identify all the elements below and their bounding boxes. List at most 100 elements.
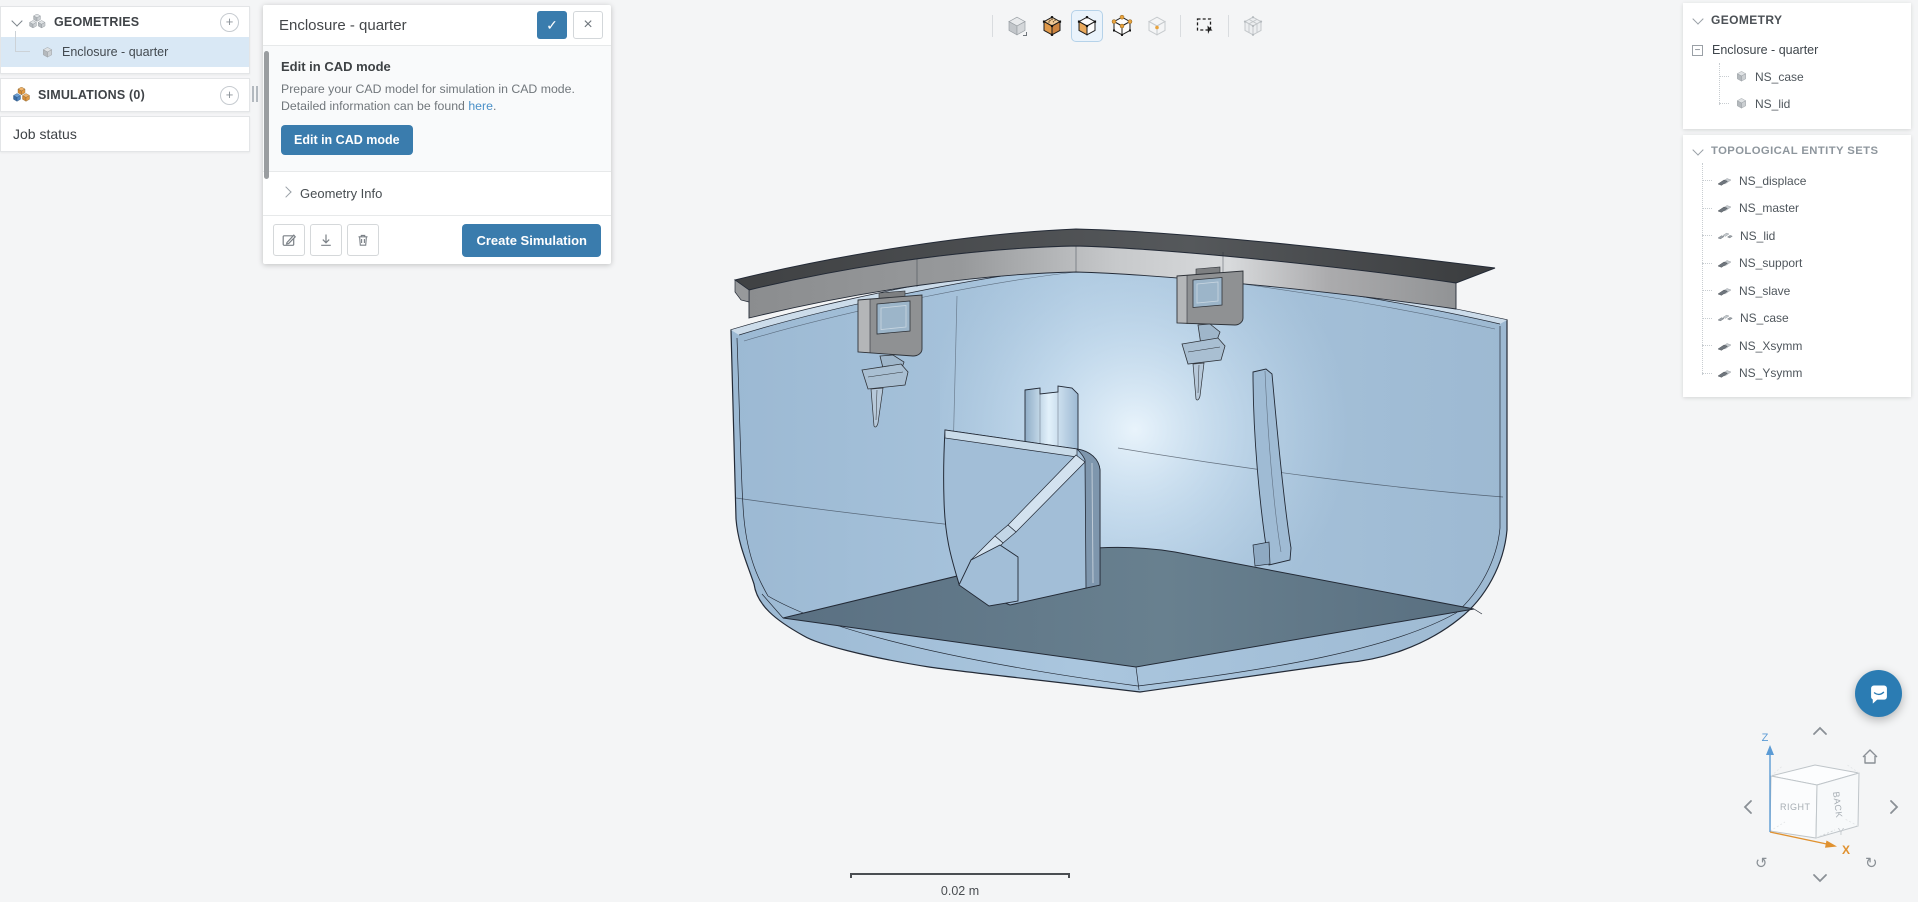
sidebar-item-geometries[interactable]: GEOMETRIES + <box>1 7 249 37</box>
job-status-card[interactable]: Job status <box>0 116 250 152</box>
set-item-ns-support[interactable]: NS_support <box>1693 250 1911 278</box>
geometries-card: GEOMETRIES + Enclosure - quarter <box>0 6 250 74</box>
geometries-icon <box>29 14 46 30</box>
set-item-ns-lid[interactable]: NS_lid <box>1693 222 1911 250</box>
download-icon <box>318 232 334 248</box>
add-geometry-button[interactable]: + <box>220 13 239 32</box>
chevron-right-icon <box>280 186 291 197</box>
toolbar-separator <box>1228 15 1229 37</box>
multi-face-icon <box>1717 312 1733 324</box>
edit-cad-section: Edit in CAD mode Prepare your CAD model … <box>263 45 611 171</box>
rotate-ccw-button[interactable]: ↺ <box>1755 855 1768 872</box>
edit-cad-description: Prepare your CAD model for simulation in… <box>281 81 595 114</box>
set-item-ns-ysymm[interactable]: NS_Ysymm <box>1693 360 1911 388</box>
select-face-icon <box>1075 14 1099 38</box>
panel-scrollbar-thumb[interactable] <box>264 51 269 179</box>
view-cube-tool-button[interactable] <box>1001 10 1033 42</box>
solid-cube-icon <box>1735 70 1748 83</box>
app-root: 0.02 m GEOMETRIES + Enclosure - quarter <box>0 0 1918 902</box>
viewport-3d-model[interactable] <box>700 195 1540 715</box>
toolbar-separator <box>992 15 993 37</box>
select-edge-icon <box>1145 14 1169 38</box>
detail-panel-header: Enclosure - quarter ✓ × <box>263 5 611 45</box>
here-link[interactable]: here <box>468 99 493 113</box>
rotate-right-button[interactable] <box>1891 801 1897 813</box>
set-item-ns-xsymm[interactable]: NS_Xsymm <box>1693 332 1911 360</box>
close-button[interactable]: × <box>573 11 603 39</box>
z-axis-label: Z <box>1762 732 1769 744</box>
sidebar-item-simulations[interactable]: SIMULATIONS (0) + <box>1 79 249 111</box>
tree-item-ns-lid[interactable]: NS_lid <box>1705 90 1911 117</box>
simulations-label: SIMULATIONS (0) <box>38 88 212 102</box>
job-status-label: Job status <box>1 117 249 151</box>
geometry-info-toggle[interactable]: Geometry Info <box>263 171 611 215</box>
multi-face-icon <box>1717 230 1733 242</box>
cube-face-front-label[interactable]: RIGHT <box>1780 802 1811 812</box>
orientation-cube[interactable]: RIGHT BACK <box>1770 764 1859 838</box>
face-set-icon <box>1717 285 1732 297</box>
select-assembly-icon <box>1241 14 1265 38</box>
solid-cube-icon <box>1735 97 1748 110</box>
rotate-left-button[interactable] <box>1745 801 1751 813</box>
simulations-icon <box>13 87 30 103</box>
sidebar-item-geometry-enclosure-quarter[interactable]: Enclosure - quarter <box>1 37 249 67</box>
tree-root-enclosure-quarter[interactable]: − Enclosure - quarter <box>1683 37 1911 63</box>
box-select-tool-button[interactable] <box>1189 10 1221 42</box>
simulations-card: SIMULATIONS (0) + <box>0 78 250 112</box>
geometry-children: NS_case NS_lid <box>1705 63 1911 117</box>
geometry-detail-panel: Enclosure - quarter ✓ × Edit in CAD mode… <box>263 5 611 264</box>
home-view-button[interactable] <box>1863 750 1877 763</box>
tree-item-ns-case[interactable]: NS_case <box>1705 63 1911 90</box>
edit-in-cad-mode-button[interactable]: Edit in CAD mode <box>281 125 413 155</box>
geometry-section-header[interactable]: GEOMETRY <box>1683 3 1911 37</box>
create-simulation-button[interactable]: Create Simulation <box>462 224 601 257</box>
select-edge-tool-button[interactable] <box>1141 10 1173 42</box>
delete-button[interactable] <box>347 224 379 256</box>
select-vertex-tool-button[interactable] <box>1106 10 1138 42</box>
confirm-button[interactable]: ✓ <box>537 11 567 39</box>
geometry-info-label: Geometry Info <box>300 186 382 201</box>
set-item-ns-slave[interactable]: NS_slave <box>1693 277 1911 305</box>
x-axis-label: X <box>1842 843 1850 857</box>
sidebar-resize-handle[interactable] <box>252 86 258 102</box>
detail-panel-footer: Create Simulation <box>263 215 611 264</box>
topo-sets-list: NS_displace NS_master NS_lid NS_support … <box>1693 167 1911 387</box>
face-set-icon <box>1717 175 1732 187</box>
select-volume-icon <box>1040 14 1064 38</box>
rotate-cw-button[interactable]: ↻ <box>1865 855 1878 872</box>
select-face-tool-button[interactable] <box>1071 10 1103 42</box>
download-button[interactable] <box>310 224 342 256</box>
chevron-down-icon <box>1692 13 1703 24</box>
geometries-label: GEOMETRIES <box>54 15 212 29</box>
rename-button[interactable] <box>273 224 305 256</box>
geometry-item-label: Enclosure - quarter <box>62 45 168 59</box>
set-item-ns-case[interactable]: NS_case <box>1693 305 1911 333</box>
face-set-icon <box>1717 367 1732 379</box>
collapse-icon[interactable]: − <box>1692 45 1703 56</box>
rotate-up-button[interactable] <box>1814 728 1826 734</box>
y-axis-label: Y <box>1838 827 1845 838</box>
scene-tree-panel: GEOMETRY − Enclosure - quarter NS_case <box>1683 3 1911 397</box>
selection-toolbar <box>986 10 1270 42</box>
select-volume-tool-button[interactable] <box>1036 10 1068 42</box>
trash-icon <box>355 232 371 248</box>
view-navigation-widget[interactable]: RIGHT BACK Z X Y ↺ ↻ <box>1725 712 1910 897</box>
select-assembly-tool-button[interactable] <box>1237 10 1269 42</box>
edit-cad-heading: Edit in CAD mode <box>281 59 595 74</box>
set-item-ns-master[interactable]: NS_master <box>1693 195 1911 223</box>
rotate-down-button[interactable] <box>1814 875 1826 881</box>
add-simulation-button[interactable]: + <box>220 86 239 105</box>
edit-icon <box>281 232 297 248</box>
geometry-cube-icon <box>41 46 54 59</box>
box-select-icon <box>1193 14 1217 38</box>
chevron-down-icon <box>11 15 22 26</box>
support-chat-button[interactable] <box>1855 670 1902 717</box>
face-set-icon <box>1717 340 1732 352</box>
panel-title[interactable]: Enclosure - quarter <box>279 17 531 34</box>
topo-section-header[interactable]: TOPOLOGICAL ENTITY SETS <box>1683 135 1911 167</box>
set-item-ns-displace[interactable]: NS_displace <box>1693 167 1911 195</box>
topological-entity-sets-card: TOPOLOGICAL ENTITY SETS NS_displace NS_m… <box>1683 135 1911 397</box>
tree-elbow <box>15 31 30 52</box>
face-set-icon <box>1717 257 1732 269</box>
scale-bar-label: 0.02 m <box>850 884 1070 898</box>
